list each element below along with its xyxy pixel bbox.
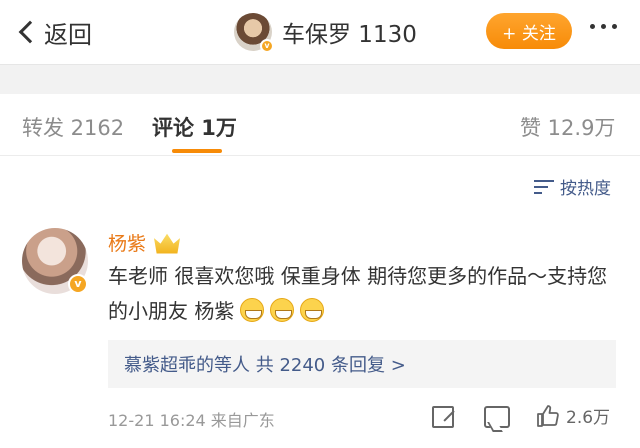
back-button[interactable]: 返回	[14, 12, 92, 52]
commenter-avatar[interactable]: v	[22, 228, 88, 294]
commenter-name[interactable]: 杨紫	[108, 229, 181, 256]
sort-icon	[534, 178, 554, 196]
active-tab-indicator	[172, 149, 222, 153]
tab-comments[interactable]: 评论 1万	[152, 112, 237, 142]
tab-bar: 转发 2162 评论 1万 赞 12.9万	[0, 94, 640, 156]
comment-body: 车老师 很喜欢您哦 保重身体 期待您更多的作品～支持您的小朋友 杨紫	[108, 264, 608, 323]
replies-summary[interactable]: 慕紫超乖的等人 共 2240 条回复 >	[108, 340, 616, 388]
verified-badge-icon: v	[260, 39, 274, 53]
top-nav-bar: 返回 v 车保罗 1130 + 关注	[0, 0, 640, 64]
crown-icon	[154, 233, 181, 254]
section-divider	[0, 64, 640, 94]
chevron-left-icon	[18, 20, 42, 44]
grin-emoji-icon	[240, 298, 265, 322]
grin-emoji-icon	[300, 298, 325, 322]
thumbs-up-icon	[537, 404, 559, 427]
profile-title[interactable]: v 车保罗 1130	[234, 10, 417, 54]
tab-repost[interactable]: 转发 2162	[22, 112, 124, 142]
avatar: v	[234, 13, 274, 53]
tab-likes[interactable]: 赞 12.9万	[520, 112, 615, 142]
follow-button[interactable]: + 关注	[486, 13, 572, 49]
commenter-name-label: 杨紫	[108, 233, 147, 255]
grin-emoji-icon	[270, 298, 295, 322]
like-count: 2.6万	[566, 408, 611, 428]
back-label: 返回	[44, 20, 92, 49]
comment-icon[interactable]	[484, 406, 510, 428]
sort-label: 按热度	[560, 179, 611, 199]
more-options-icon[interactable]	[590, 24, 617, 29]
like-button[interactable]: 2.6万	[536, 403, 610, 428]
sort-by-hot-button[interactable]: 按热度	[534, 174, 611, 199]
comment-timestamp: 12-21 16:24 来自广东	[108, 411, 275, 430]
page-title: 车保罗 1130	[282, 22, 417, 48]
verified-badge-icon: v	[68, 274, 88, 294]
share-icon[interactable]	[432, 406, 454, 428]
comment-text: 车老师 很喜欢您哦 保重身体 期待您更多的作品～支持您的小朋友 杨紫	[108, 259, 618, 329]
